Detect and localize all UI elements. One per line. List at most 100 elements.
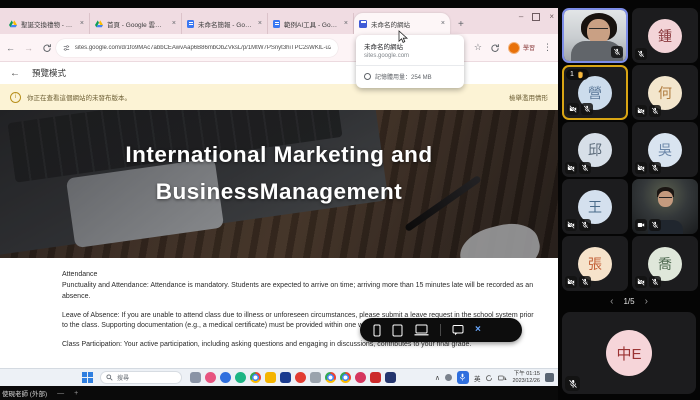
- app-icon-pink[interactable]: [205, 372, 216, 383]
- minimize-icon[interactable]: –: [519, 12, 523, 21]
- participant-tile[interactable]: 吳: [632, 122, 698, 177]
- close-preview-icon[interactable]: ×: [475, 325, 481, 335]
- clock-time: 下午 01:15: [513, 370, 540, 377]
- strip-minimize-icon[interactable]: —: [57, 390, 64, 397]
- app-icon-red[interactable]: [295, 372, 306, 383]
- app-icon-navy[interactable]: [280, 372, 291, 383]
- tab-close-icon[interactable]: ×: [441, 20, 445, 27]
- browser-tab-2[interactable]: 首頁 - Google 雲端硬碟 ×: [90, 13, 182, 34]
- next-page-icon[interactable]: ›: [645, 296, 648, 307]
- address-bar[interactable]: sites.google.com/d/1fo9MAc7abbCEAwvAap6B…: [56, 38, 338, 57]
- avatar: 鍾: [648, 18, 682, 53]
- browser-tab-strip: 聖誕交換禮物 - Google 簡報 × 首頁 - Google 雲端硬碟 × …: [0, 8, 558, 34]
- participant-tile-video-man[interactable]: [632, 179, 698, 234]
- forward-icon[interactable]: →: [24, 43, 33, 53]
- restore-icon[interactable]: [532, 12, 541, 21]
- site-settings-icon[interactable]: [63, 44, 70, 52]
- camera-off-icon: [565, 219, 577, 231]
- strip-zoom-icon[interactable]: +: [74, 390, 78, 397]
- file-explorer-icon[interactable]: [190, 372, 201, 383]
- window-controls: – ×: [519, 12, 554, 21]
- tooltip-title: 未命名的網站: [364, 44, 403, 51]
- tablet-preview-icon[interactable]: [392, 324, 403, 337]
- pin-app-icon[interactable]: [370, 372, 381, 383]
- page-title-line1: International Marketing and: [125, 142, 433, 167]
- tab-close-icon[interactable]: ×: [172, 20, 176, 27]
- tray-eye-icon[interactable]: [444, 374, 452, 381]
- page-title-line2: BusinessManagement: [155, 179, 403, 205]
- raised-hand-icon: [578, 71, 583, 79]
- report-abuse-link[interactable]: 檢舉濫用情形: [509, 92, 548, 102]
- tray-chevron-icon[interactable]: ∧: [435, 374, 440, 382]
- app-icon-crimson[interactable]: [355, 372, 366, 383]
- app-icon-darkblue[interactable]: [385, 372, 396, 383]
- mic-muted-icon: [649, 276, 661, 288]
- chrome-profile3-icon[interactable]: [340, 372, 351, 383]
- app-icon-teal[interactable]: [235, 372, 246, 383]
- mic-muted-icon: [611, 46, 623, 58]
- phone-preview-icon[interactable]: [373, 324, 381, 337]
- new-tab-button[interactable]: +: [458, 19, 464, 30]
- start-button-icon[interactable]: [82, 372, 93, 383]
- toolbar-right-icons: ☆ 學習 ⋮: [474, 41, 552, 54]
- site-body: Attendance Punctuality and Attendance: A…: [0, 258, 558, 368]
- mic-muted-icon: [579, 219, 591, 231]
- camera-off-icon: [567, 103, 579, 115]
- browser-tab-1[interactable]: 聖誕交換禮物 - Google 簡報 ×: [4, 13, 90, 34]
- device-preview-toolbar: ×: [360, 318, 522, 342]
- chrome-profile2-icon[interactable]: [325, 372, 336, 383]
- camera-icon: [635, 219, 647, 231]
- browser-menu-icon[interactable]: ⋮: [543, 42, 552, 53]
- browser-tab-3[interactable]: 未命名簡報 - Google 簡報 ×: [182, 13, 268, 34]
- desktop-preview-icon[interactable]: [414, 324, 429, 336]
- participant-tile[interactable]: 張: [562, 236, 628, 291]
- presenter-name: 使硯老師 (外部): [2, 391, 48, 398]
- taskbar-apps: [190, 372, 396, 383]
- app-icon-blue[interactable]: [220, 372, 231, 383]
- participant-tile-self-video[interactable]: [562, 8, 628, 63]
- mic-muted-icon: [579, 276, 591, 288]
- tab-title: 未命名簡報 - Google 簡報: [198, 21, 254, 29]
- taskbar-search[interactable]: 搜尋: [100, 371, 182, 384]
- screen-share-area: 聖誕交換禮物 - Google 簡報 × 首頁 - Google 雲端硬碟 × …: [0, 8, 558, 386]
- profile-chip[interactable]: 學習: [507, 41, 535, 54]
- close-icon[interactable]: ×: [549, 12, 554, 21]
- folder-icon[interactable]: [265, 372, 276, 383]
- tray-mic-active-icon[interactable]: [456, 371, 469, 384]
- info-icon: i: [10, 91, 21, 103]
- back-icon[interactable]: ←: [6, 43, 15, 53]
- prev-page-icon[interactable]: ‹: [610, 296, 613, 307]
- chrome-icon[interactable]: [250, 372, 261, 383]
- tray-battery-network-icon[interactable]: [498, 374, 508, 382]
- mic-muted-icon: [565, 376, 580, 391]
- taskbar-clock[interactable]: 下午 01:15 2023/12/26: [512, 371, 540, 385]
- feedback-icon[interactable]: [452, 324, 464, 336]
- participant-tile[interactable]: 鍾: [632, 8, 698, 63]
- tray-sync-icon[interactable]: [485, 374, 493, 382]
- sync-icon[interactable]: [490, 43, 500, 53]
- tab-close-icon[interactable]: ×: [258, 20, 262, 27]
- notification-badge[interactable]: [545, 373, 554, 382]
- clock-date: 2023/12/26: [512, 377, 540, 384]
- mic-muted-icon: [579, 162, 591, 174]
- language-indicator[interactable]: 英: [474, 373, 481, 383]
- participant-tile[interactable]: 王: [562, 179, 628, 234]
- tab-title: 範例AI工具 - Google 簡報: [284, 21, 340, 29]
- participant-tile-hand-raised[interactable]: 1 營: [562, 65, 628, 120]
- participant-tile[interactable]: 邱: [562, 122, 628, 177]
- tab-close-icon[interactable]: ×: [344, 20, 348, 27]
- participant-tile[interactable]: 何: [632, 65, 698, 120]
- bookmark-star-icon[interactable]: ☆: [474, 42, 482, 53]
- mic-muted-icon: [649, 219, 661, 231]
- hand-count: 1: [570, 71, 574, 78]
- tab-title: 首頁 - Google 雲端硬碟: [107, 21, 168, 29]
- participants-panel: 鍾 1 營 何 邱 吳 王 張 喬 ‹ 1/5 › 中E: [558, 0, 700, 400]
- tab-close-icon[interactable]: ×: [80, 20, 84, 27]
- camera-off-icon: [565, 162, 577, 174]
- browser-tab-4[interactable]: 範例AI工具 - Google 簡報 ×: [268, 13, 354, 34]
- reload-icon[interactable]: [42, 43, 52, 53]
- featured-participant-tile[interactable]: 中E: [562, 312, 696, 394]
- participant-tile[interactable]: 喬: [632, 236, 698, 291]
- app-icon-grey[interactable]: [310, 372, 321, 383]
- exit-preview-icon[interactable]: ←: [10, 68, 20, 79]
